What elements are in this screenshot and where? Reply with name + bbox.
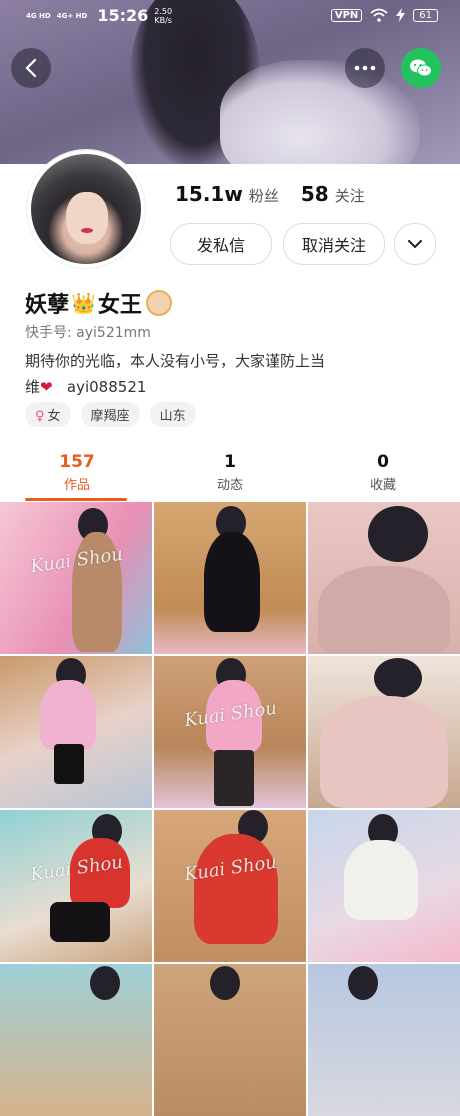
more-dots-icon (354, 65, 376, 71)
battery-level: 61 (413, 8, 438, 22)
works-grid: Kuai Shou Kuai Shou Kuai Shou Kuai Shou (0, 502, 460, 1116)
active-tab-indicator (25, 498, 127, 501)
more-button[interactable] (345, 48, 385, 88)
banner-photo-shirt (220, 60, 420, 170)
bio-contact: ayi088521 (66, 378, 147, 396)
heart-icon: ❤ (40, 378, 53, 396)
video-thumbnail[interactable] (308, 810, 460, 962)
back-button[interactable] (11, 48, 51, 88)
charging-icon (396, 8, 406, 22)
followers-stat[interactable]: 15.1w 粉丝 (175, 182, 279, 206)
crown-icon: 👑 (71, 291, 96, 315)
signal-1: 4G HD (26, 11, 51, 20)
video-thumbnail[interactable]: Kuai Shou (154, 656, 306, 808)
video-thumbnail[interactable]: Kuai Shou (0, 502, 152, 654)
kuaishou-id: 快手号: ayi521mm (25, 325, 151, 341)
profile-tabs: 157 作品 1 动态 0 收藏 (0, 446, 460, 503)
tab-moments[interactable]: 1 动态 (170, 452, 290, 493)
video-thumbnail[interactable] (308, 502, 460, 654)
video-thumbnail[interactable] (0, 964, 152, 1116)
unfollow-button[interactable]: 取消关注 (283, 223, 385, 265)
network-speed: 2.50 KB/s (154, 6, 173, 25)
followers-count: 15.1w (175, 182, 243, 206)
avatar[interactable] (27, 150, 145, 268)
chevron-down-icon (408, 239, 422, 248)
following-stat[interactable]: 58 关注 (301, 182, 365, 206)
profile-tags: ♀ 女 摩羯座 山东 (25, 402, 196, 427)
profile-bio: 期待你的光临，本人没有小号，大家谨防上当 维❤ ayi088521 (25, 352, 326, 396)
video-thumbnail[interactable] (308, 964, 460, 1116)
followers-label: 粉丝 (248, 187, 279, 205)
wechat-icon (410, 59, 432, 77)
video-thumbnail[interactable]: Kuai Shou (0, 810, 152, 962)
vpn-badge: VPN (330, 8, 363, 22)
signal-2: 4G+ HD (56, 11, 88, 20)
following-label: 关注 (334, 187, 365, 205)
wechat-share-button[interactable] (401, 48, 441, 88)
queen-emoji-icon (145, 290, 172, 316)
video-thumbnail[interactable] (0, 656, 152, 808)
expand-button[interactable] (394, 223, 436, 265)
back-chevron-icon (25, 58, 37, 78)
video-thumbnail[interactable] (308, 656, 460, 808)
video-thumbnail[interactable]: Kuai Shou (154, 810, 306, 962)
wifi-icon (370, 8, 388, 22)
status-bar: 4G HD 4G+ HD 15:26 2.50 KB/s VPN 61 (0, 0, 460, 34)
tag-zodiac[interactable]: 摩羯座 (80, 402, 140, 427)
display-name: 妖孽 👑 女王 (25, 287, 172, 319)
tab-favorites[interactable]: 0 收藏 (323, 452, 443, 493)
video-thumbnail[interactable] (154, 502, 306, 654)
video-thumbnail[interactable] (154, 964, 306, 1116)
send-message-button[interactable]: 发私信 (170, 223, 272, 265)
following-count: 58 (300, 182, 329, 206)
tag-region[interactable]: 山东 (149, 402, 196, 427)
profile-stats: 15.1w 粉丝 58 关注 (175, 182, 365, 206)
tab-works[interactable]: 157 作品 (17, 452, 137, 493)
tag-gender[interactable]: ♀ 女 (25, 402, 71, 427)
clock: 15:26 (97, 6, 149, 25)
female-icon: ♀ (35, 409, 45, 424)
